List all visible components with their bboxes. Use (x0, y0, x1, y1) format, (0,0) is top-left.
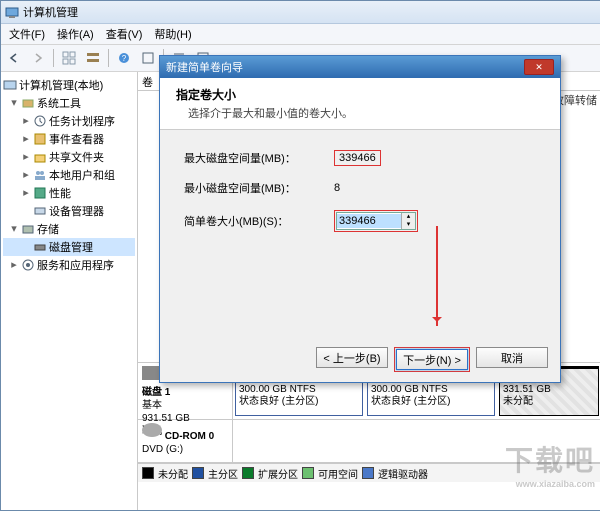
min-space-value: 8 (334, 182, 424, 194)
view2-button[interactable] (82, 47, 104, 69)
wizard-body: 最大磁盘空间量(MB)： 339466 最小磁盘空间量(MB)： 8 简单卷大小… (160, 130, 560, 266)
tree-systools[interactable]: ▾系统工具 (3, 94, 135, 112)
menu-view[interactable]: 查看(V) (100, 26, 149, 42)
view1-button[interactable] (58, 47, 80, 69)
tree-users[interactable]: ▸本地用户和组 (3, 166, 135, 184)
svg-text:?: ? (122, 54, 127, 63)
max-space-label: 最大磁盘空间量(MB)： (184, 150, 334, 166)
cancel-button[interactable]: 取消 (476, 347, 548, 368)
tree-shared[interactable]: ▸共享文件夹 (3, 148, 135, 166)
app-icon (5, 5, 19, 19)
volume-size-spinner[interactable]: ▴▾ (336, 212, 416, 230)
close-icon[interactable]: ✕ (524, 59, 554, 75)
back-button[interactable]: < 上一步(B) (316, 347, 388, 368)
titlebar[interactable]: 计算机管理 (1, 1, 600, 24)
menu-file[interactable]: 文件(F) (3, 26, 51, 42)
disk-row-cd: CD-ROM 0 DVD (G:) (138, 420, 600, 463)
annotation-arrow (436, 226, 438, 326)
cdrom-icon (142, 423, 162, 437)
min-space-label: 最小磁盘空间量(MB)： (184, 180, 334, 196)
spin-up-icon[interactable]: ▴ (401, 213, 415, 221)
tree-devmgr[interactable]: 设备管理器 (3, 202, 135, 220)
legend: 未分配 主分区 扩展分区 可用空间 逻辑驱动器 (138, 463, 600, 482)
window-title: 计算机管理 (23, 4, 78, 20)
tree-perf[interactable]: ▸性能 (3, 184, 135, 202)
tree-diskmgmt[interactable]: 磁盘管理 (3, 238, 135, 256)
spin-down-icon[interactable]: ▾ (401, 221, 415, 229)
back-button[interactable] (3, 47, 25, 69)
wizard-header: 指定卷大小 选择介于最大和最小值的卷大小。 (160, 78, 560, 130)
disk-graphic-area: 磁盘 1 基本 931.51 GB 联机 新加卷 (H:) 300.00 GB … (138, 362, 600, 511)
new-simple-volume-wizard: 新建简单卷向导 ✕ 指定卷大小 选择介于最大和最小值的卷大小。 最大磁盘空间量(… (159, 55, 561, 383)
wizard-titlebar[interactable]: 新建简单卷向导 ✕ (160, 56, 560, 78)
menu-help[interactable]: 帮助(H) (148, 26, 197, 42)
volume-size-input[interactable] (337, 214, 401, 228)
tree-services[interactable]: ▸服务和应用程序 (3, 256, 135, 274)
menu-action[interactable]: 操作(A) (51, 26, 100, 42)
max-space-value: 339466 (334, 150, 381, 166)
help-button[interactable]: ? (113, 47, 135, 69)
refresh-button[interactable] (137, 47, 159, 69)
wizard-footer: < 上一步(B) 下一步(N) > 取消 (316, 347, 548, 372)
computer-management-window: 计算机管理 文件(F) 操作(A) 查看(V) 帮助(H) ? 计算机管理(本地… (0, 0, 600, 511)
tree-eventvwr[interactable]: ▸事件查看器 (3, 130, 135, 148)
wizard-step-title: 指定卷大小 (176, 88, 236, 102)
wizard-step-desc: 选择介于最大和最小值的卷大小。 (176, 105, 544, 121)
forward-button[interactable] (27, 47, 49, 69)
tree-root[interactable]: 计算机管理(本地) (3, 76, 135, 94)
tree-storage[interactable]: ▾存储 (3, 220, 135, 238)
menubar: 文件(F) 操作(A) 查看(V) 帮助(H) (1, 24, 600, 45)
nav-tree[interactable]: 计算机管理(本地) ▾系统工具 ▸任务计划程序 ▸事件查看器 ▸共享文件夹 ▸本… (1, 72, 138, 511)
next-button[interactable]: 下一步(N) > (396, 349, 468, 370)
cdrom-info[interactable]: CD-ROM 0 DVD (G:) (138, 420, 233, 462)
volume-size-label: 简单卷大小(MB)(S)： (184, 213, 334, 229)
tree-scheduler[interactable]: ▸任务计划程序 (3, 112, 135, 130)
